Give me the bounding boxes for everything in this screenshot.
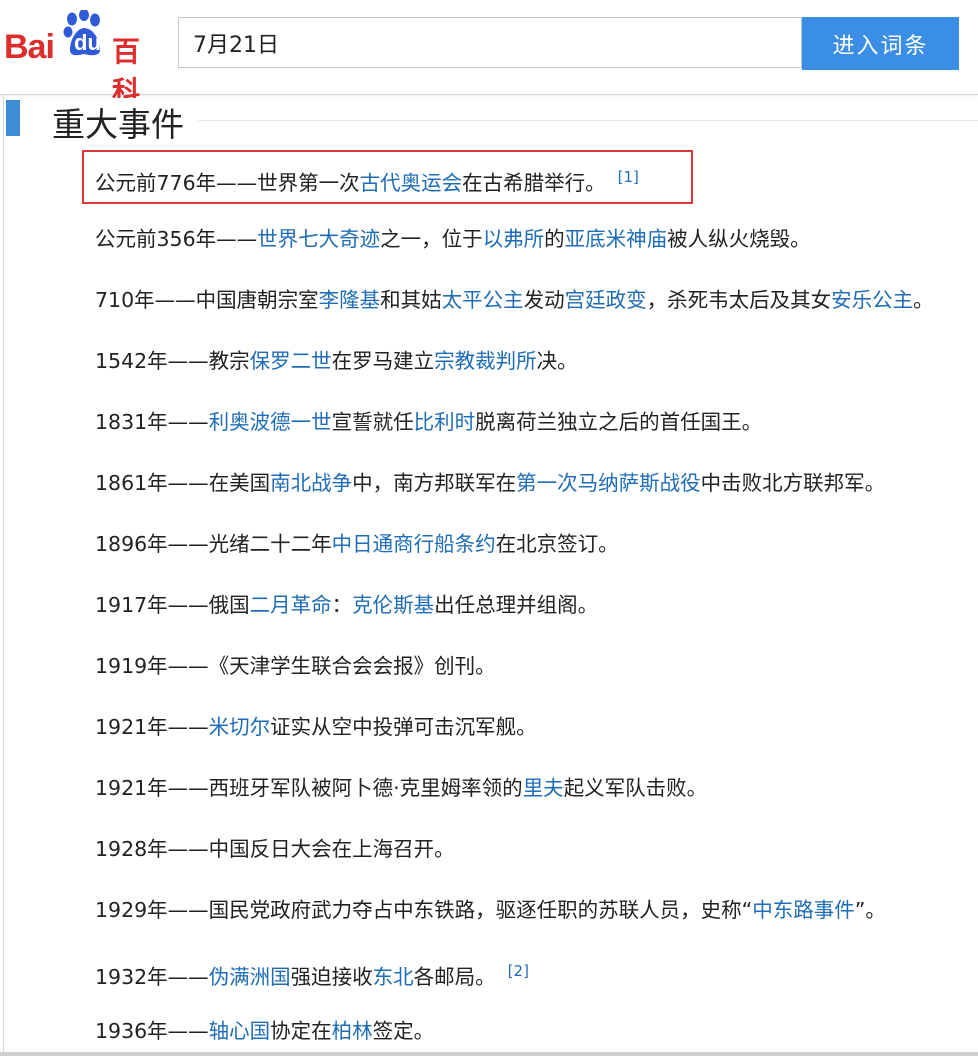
event-text: 被人纵火烧毁。	[667, 227, 811, 251]
event-link[interactable]: 宗教裁判所	[434, 349, 537, 373]
event-link[interactable]: 克伦斯基	[352, 593, 434, 617]
event-item: 1921年——米切尔证实从空中投弹可击沉军舰。	[95, 713, 537, 741]
search-box	[178, 17, 802, 68]
event-text: 1932年——	[95, 965, 209, 989]
left-divider	[3, 94, 4, 1056]
event-text: ，杀死韦太后及其女	[646, 288, 832, 312]
event-text: 1896年——光绪二十二年	[95, 532, 332, 556]
event-text: 决。	[536, 349, 578, 373]
event-text: 出任总理并组阁。	[434, 593, 599, 617]
event-text: 。	[913, 288, 934, 312]
event-item: 公元前356年——世界七大奇迹之一，位于以弗所的亚底米神庙被人纵火烧毁。	[95, 225, 811, 253]
event-item: 1936年——轴心国协定在柏林签定。	[95, 1017, 434, 1045]
event-item: 1921年——西班牙军队被阿卜德·克里姆率领的里夫起义军队击败。	[95, 774, 707, 802]
enter-entry-button[interactable]: 进入词条	[802, 17, 959, 70]
event-text: 1936年——	[95, 1019, 209, 1043]
event-text: ”。	[854, 898, 886, 922]
event-item: 1917年——俄国二月革命：克伦斯基出任总理并组阁。	[95, 591, 598, 619]
event-text: ：	[331, 593, 353, 617]
event-text: 公元前356年——	[95, 227, 258, 251]
event-link[interactable]: 轴心国	[209, 1019, 271, 1043]
reference-link[interactable]: [1]	[618, 168, 639, 186]
event-link[interactable]: 里夫	[523, 776, 564, 800]
event-link[interactable]: 古代奥运会	[360, 171, 463, 195]
event-text: 之一，位于	[380, 227, 483, 251]
event-link[interactable]: 宫廷政变	[565, 288, 647, 312]
event-text: 宣誓就任	[331, 410, 414, 434]
baidu-baike-logo[interactable]: Bai du 百科	[4, 10, 166, 108]
bottom-scroll-edge	[0, 1052, 978, 1056]
event-link[interactable]: 亚底米神庙	[565, 227, 668, 251]
event-text: 710年——中国唐朝宗室	[95, 288, 319, 312]
event-link[interactable]: 伪满洲国	[209, 965, 291, 989]
event-item: 1932年——伪满洲国强迫接收东北各邮局。 [2]	[95, 957, 529, 991]
event-text: 中击败北方联邦军。	[700, 471, 886, 495]
event-link[interactable]: 李隆基	[319, 288, 381, 312]
event-link[interactable]: 第一次马纳萨斯战役	[516, 471, 701, 495]
event-text: 在北京签订。	[495, 532, 619, 556]
event-text: 1861年——在美国	[95, 471, 271, 495]
event-item: 1928年——中国反日大会在上海召开。	[95, 835, 455, 863]
event-text: 证实从空中投弹可击沉军舰。	[270, 715, 537, 739]
event-link[interactable]: 二月革命	[250, 593, 332, 617]
logo-bai-text: Bai	[4, 28, 55, 66]
event-text: 1919年——《天津学生联合会会报》创刊。	[95, 654, 496, 678]
event-text: 1921年——	[95, 715, 209, 739]
event-text: 公元前776年——世界第一次	[95, 171, 360, 195]
event-link[interactable]: 安乐公主	[831, 288, 913, 312]
section-divider	[190, 120, 978, 121]
search-input[interactable]	[179, 18, 801, 67]
event-text: 强迫接收	[290, 965, 373, 989]
logo-du-text: du	[74, 30, 101, 55]
event-text: 起义军队击败。	[563, 776, 708, 800]
event-text: 中，南方邦联军在	[352, 471, 517, 495]
event-link[interactable]: 利奥波德一世	[209, 410, 332, 434]
event-text: 协定在	[270, 1019, 332, 1043]
event-text: 1929年——国民党政府武力夺占中东铁路，驱逐任职的苏联人员，史称“	[95, 898, 753, 922]
event-item: 1542年——教宗保罗二世在罗马建立宗教裁判所决。	[95, 347, 578, 375]
event-link[interactable]: 柏林	[332, 1019, 373, 1043]
section-title: 重大事件	[52, 98, 198, 146]
event-text: 在罗马建立	[331, 349, 435, 373]
event-link[interactable]: 中东路事件	[752, 898, 855, 922]
event-item: 1919年——《天津学生联合会会报》创刊。	[95, 652, 496, 680]
event-text: 1831年——	[95, 410, 209, 434]
event-item: 1896年——光绪二十二年中日通商行船条约在北京签订。	[95, 530, 619, 558]
section-marker	[6, 100, 20, 136]
event-link[interactable]: 太平公主	[442, 288, 524, 312]
reference-link[interactable]: [2]	[508, 962, 529, 980]
event-text: 脱离荷兰独立之后的首任国王。	[475, 410, 763, 434]
event-text: 签定。	[372, 1019, 435, 1043]
event-text: 和其姑	[380, 288, 442, 312]
event-item: 1861年——在美国南北战争中，南方邦联军在第一次马纳萨斯战役中击败北方联邦军。	[95, 469, 885, 497]
event-link[interactable]: 保罗二世	[250, 349, 332, 373]
event-text: 的	[544, 227, 565, 251]
event-text: 在古希腊举行。	[462, 171, 606, 195]
event-text: 1917年——俄国	[95, 593, 250, 617]
event-link[interactable]: 以弗所	[483, 227, 545, 251]
top-header: Bai du 百科 进入词条	[0, 0, 978, 108]
event-link[interactable]: 东北	[373, 965, 414, 989]
event-text: 各邮局。	[413, 965, 496, 989]
event-link[interactable]: 比利时	[414, 410, 476, 434]
event-text: 1928年——中国反日大会在上海召开。	[95, 837, 455, 861]
event-item: 710年——中国唐朝宗室李隆基和其姑太平公主发动宫廷政变，杀死韦太后及其女安乐公…	[95, 286, 934, 314]
event-text: 1921年——西班牙军队被阿卜德·克里姆率领的	[95, 776, 523, 800]
event-item: 1831年——利奥波德一世宣誓就任比利时脱离荷兰独立之后的首任国王。	[95, 408, 762, 436]
event-text: 发动	[523, 288, 565, 312]
event-text: 1542年——教宗	[95, 349, 250, 373]
event-link[interactable]: 中日通商行船条约	[332, 532, 496, 556]
event-item: 公元前776年——世界第一次古代奥运会在古希腊举行。 [1]	[95, 163, 639, 197]
event-link[interactable]: 南北战争	[270, 471, 352, 495]
event-link[interactable]: 米切尔	[209, 715, 271, 739]
event-item: 1929年——国民党政府武力夺占中东铁路，驱逐任职的苏联人员，史称“中东路事件”…	[95, 896, 886, 924]
event-link[interactable]: 世界七大奇迹	[257, 227, 380, 251]
